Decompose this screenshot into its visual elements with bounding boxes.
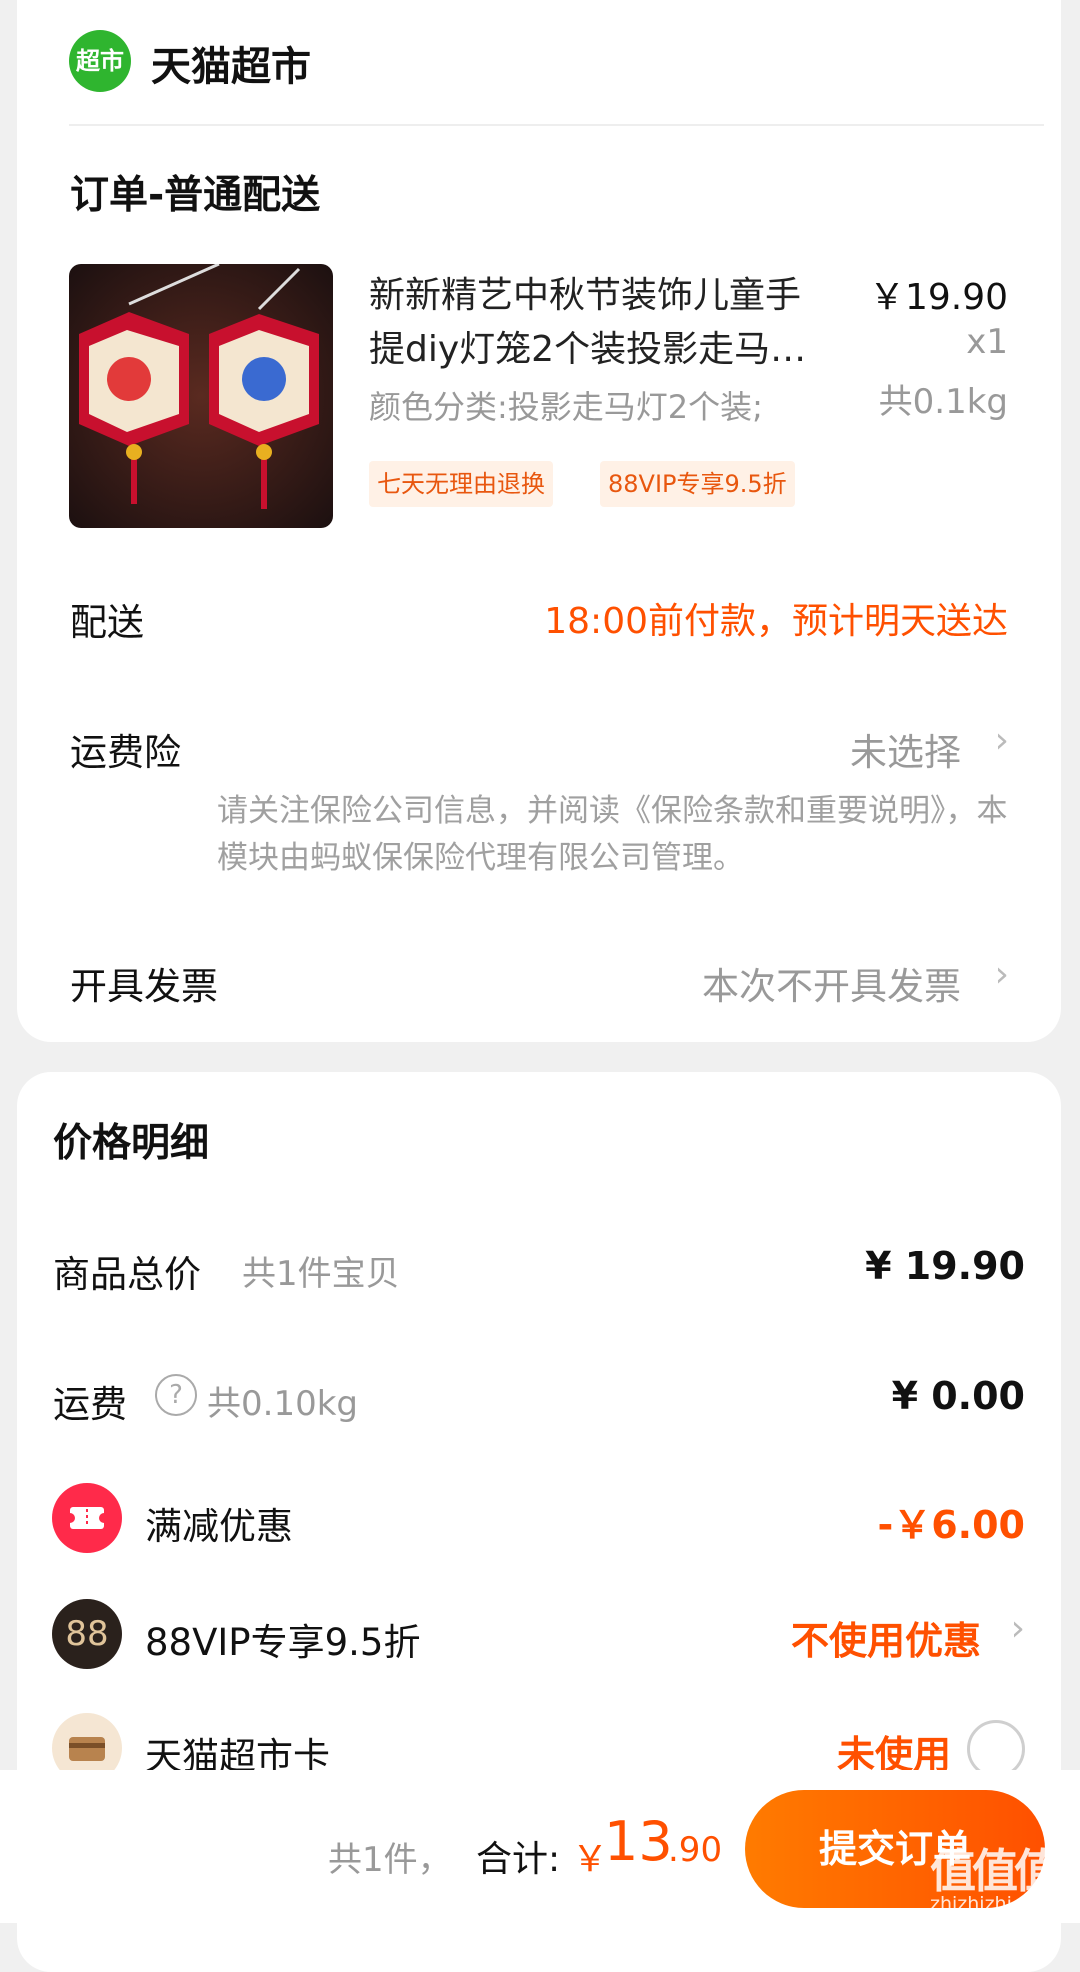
goods-total-label: 商品总价 <box>53 1253 201 1296</box>
insurance-label: 运费险 <box>70 731 181 774</box>
shipping-label: 运费 <box>53 1383 127 1426</box>
vip-value[interactable]: 不使用优惠 <box>791 1610 981 1665</box>
coupon-icon <box>52 1483 122 1553</box>
discount-value: -￥6.00 <box>877 1503 1025 1547</box>
invoice-value[interactable]: 本次不开具发票 <box>702 956 961 1010</box>
store-logo: 超市 <box>69 30 131 92</box>
order-card: 超市 天猫超市 订单-普通配送 新新精艺中秋节装饰儿童手 提diy灯笼2个装投影… <box>17 0 1061 1042</box>
price-detail-title: 价格明细 <box>53 1121 210 1166</box>
delivery-label: 配送 <box>70 601 144 644</box>
chevron-right-icon[interactable]: › <box>995 720 1009 761</box>
insurance-disclaimer: 请关注保险公司信息，并阅读《保险条款和重要说明》，本模块由蚂蚁保保险代理有限公司… <box>217 793 1008 876</box>
order-section-title: 订单-普通配送 <box>70 173 321 218</box>
product-price: ￥19.90 <box>868 277 1008 318</box>
insurance-value[interactable]: 未选择 <box>850 722 961 776</box>
shipping-sub: 共0.10kg <box>207 1384 358 1424</box>
tag-seven-day-return: 七天无理由退换 <box>369 461 553 507</box>
footer-amount-dec: .90 <box>668 1830 723 1870</box>
product-title-line2[interactable]: 提diy灯笼2个装投影走马… <box>369 320 849 372</box>
footer-amount-int: 13 <box>604 1810 673 1873</box>
vip-label: 88VIP专享9.5折 <box>145 1621 421 1664</box>
tag-88vip: 88VIP专享9.5折 <box>600 461 795 507</box>
product-weight: 共0.1kg <box>878 382 1008 422</box>
product-title-line1[interactable]: 新新精艺中秋节装饰儿童手 <box>369 266 849 318</box>
shipping-value: ¥ 0.00 <box>891 1374 1025 1418</box>
product-spec: 颜色分类:投影走马灯2个装; <box>369 388 763 426</box>
store-name[interactable]: 天猫超市 <box>151 34 311 92</box>
vip-88-icon: 88 <box>52 1599 122 1669</box>
footer-total-label: 合计: <box>476 1839 561 1880</box>
footer-count: 共1件， <box>328 1840 452 1880</box>
watermark-logo: 值值值 <box>930 1844 1060 1898</box>
product-thumbnail[interactable] <box>69 264 333 528</box>
goods-total-sub: 共1件宝贝 <box>242 1254 400 1294</box>
invoice-label: 开具发票 <box>70 965 218 1008</box>
chevron-right-icon[interactable]: › <box>1011 1608 1025 1649</box>
delivery-value: 18:00前付款，预计明天送达 <box>544 601 1008 642</box>
discount-label: 满减优惠 <box>145 1505 293 1548</box>
footer-currency: ￥ <box>572 1839 609 1880</box>
watermark-url: zhizhizhi.com <box>930 1893 1059 1915</box>
help-icon[interactable]: ? <box>155 1374 197 1416</box>
product-qty: x1 <box>966 322 1008 362</box>
goods-total-value: ¥ 19.90 <box>865 1244 1025 1288</box>
chevron-right-icon[interactable]: › <box>995 954 1009 995</box>
divider <box>69 124 1044 126</box>
